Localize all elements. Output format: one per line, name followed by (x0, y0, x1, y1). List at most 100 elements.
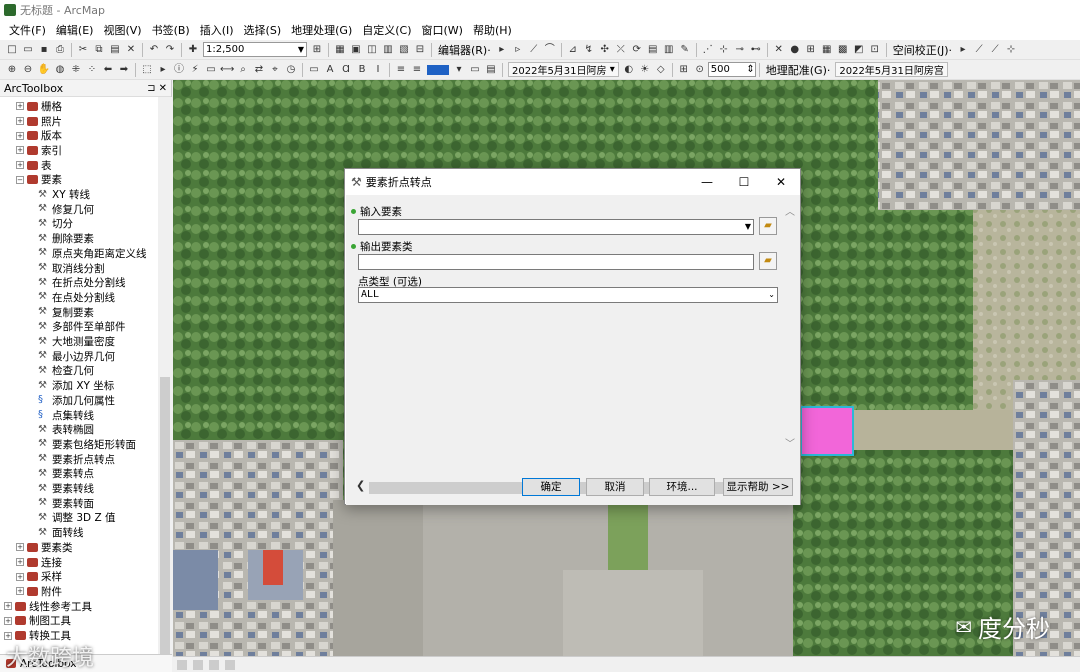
arctoolbox-icon[interactable]: ▥ (381, 43, 395, 57)
paste-icon[interactable]: ▤ (108, 43, 122, 57)
redo-icon[interactable]: ↷ (163, 43, 177, 57)
chevron-down-icon[interactable]: ▾ (452, 63, 466, 77)
tool-node[interactable]: ⚒ 修复几何 (38, 202, 94, 217)
dialog-vertical-scrollbar[interactable]: ︿ ﹀ (782, 195, 799, 465)
close-button[interactable]: ✕ (762, 169, 800, 195)
toolbox-node[interactable]: + 表 (16, 158, 52, 173)
pause-drawing-icon[interactable] (225, 659, 235, 670)
toolbox-node[interactable]: + 要素类 (16, 540, 73, 555)
environments-button[interactable]: 环境... (649, 478, 715, 496)
output-feature-class-field[interactable] (358, 254, 754, 270)
trace-icon[interactable]: ⊸ (733, 43, 747, 57)
refresh-icon[interactable] (209, 659, 219, 670)
toolbox-node[interactable]: + 附件 (16, 584, 62, 599)
zoom-value-spinner[interactable]: 500 ⇕ (707, 62, 756, 77)
tool-node[interactable]: § 添加几何属性 (38, 393, 115, 408)
tool-node[interactable]: ⚒ 多部件至单部件 (38, 320, 126, 335)
contrast-icon[interactable]: ◐ (622, 63, 636, 77)
edit-annotation-icon[interactable]: ▹ (511, 43, 525, 57)
snap-icon[interactable]: ⊹ (717, 43, 731, 57)
expand-icon[interactable]: + (16, 558, 24, 567)
line-color-icon[interactable]: ▭ (468, 63, 482, 77)
midpoint-icon[interactable]: ⊷ (749, 43, 763, 57)
tool-node[interactable]: § 点集转线 (38, 408, 94, 423)
new-document-icon[interactable]: □ (5, 43, 19, 57)
bold-icon[interactable]: B (355, 63, 369, 77)
tool-node[interactable]: ⚒ 检查几何 (38, 364, 94, 379)
toolbox-node[interactable]: + 线性参考工具 (4, 599, 92, 614)
cut-polygons-icon[interactable]: ✣ (598, 43, 612, 57)
tool-node[interactable]: ⚒ 大地测量密度 (38, 334, 115, 349)
expand-icon[interactable]: + (16, 587, 24, 596)
expand-icon[interactable]: + (16, 102, 24, 111)
show-help-button[interactable]: 显示帮助 >> (723, 478, 793, 496)
georef-update-icon[interactable]: ⊡ (868, 43, 882, 57)
add-data-icon[interactable]: ✚ (186, 43, 200, 57)
menu-item[interactable]: 窗口(W) (417, 22, 468, 38)
full-extent-icon[interactable]: ◍ (53, 63, 67, 77)
tool-node[interactable]: ⚒ 在点处分割线 (38, 290, 115, 305)
find-route-icon[interactable]: ⇄ (252, 63, 266, 77)
back-icon[interactable]: ⬅ (101, 63, 115, 77)
tool-node[interactable]: ⚒ 删除要素 (38, 231, 94, 246)
menu-item[interactable]: 自定义(C) (357, 22, 416, 38)
sketch-properties-icon[interactable]: ▥ (662, 43, 676, 57)
collapse-icon[interactable]: − (16, 175, 24, 184)
browse-output-button[interactable]: ▰ (759, 252, 777, 270)
delete-icon[interactable]: ✕ (124, 43, 138, 57)
editor-toolbar-icon[interactable]: ⊞ (310, 43, 324, 57)
align-center-icon[interactable]: ≡ (410, 63, 424, 77)
edit-tool-icon[interactable]: ▸ (495, 43, 509, 57)
expand-icon[interactable]: + (4, 616, 12, 625)
fixed-zoom-in-icon[interactable]: ⁜ (69, 63, 83, 77)
font-color-icon[interactable]: ▤ (484, 63, 498, 77)
zoom-scale-icon[interactable]: ⊙ (693, 63, 707, 77)
copy-icon[interactable]: ⧉ (92, 43, 106, 57)
toolbox-node[interactable]: + 采样 (16, 569, 62, 584)
go-to-xy-icon[interactable]: ⌖ (268, 63, 282, 77)
tool-node[interactable]: ⚒ 最小边界几何 (38, 349, 115, 364)
multiple-link-icon[interactable]: ⊹ (1004, 43, 1018, 57)
new-displacement-link-icon[interactable]: ⟋ (972, 43, 986, 57)
table-of-contents-icon[interactable]: ▦ (333, 43, 347, 57)
globe-icon[interactable]: ● (788, 43, 802, 57)
tool-node[interactable]: ⚒ XY 转线 (38, 187, 90, 202)
undo-icon[interactable]: ↶ (147, 43, 161, 57)
maximize-button[interactable]: ☐ (725, 169, 763, 195)
save-icon[interactable]: ▪ (37, 43, 51, 57)
scroll-down-icon[interactable]: ﹀ (785, 435, 795, 450)
zoom-out-icon[interactable]: ⊖ (21, 63, 35, 77)
fixed-zoom-out-icon[interactable]: ⁘ (85, 63, 99, 77)
find-icon[interactable]: ⌕ (236, 63, 250, 77)
menu-item[interactable]: 选择(S) (239, 22, 287, 38)
print-icon[interactable]: ⎙ (53, 43, 67, 57)
georef-rotate-icon[interactable]: ◩ (852, 43, 866, 57)
georef-link-icon[interactable]: ⊞ (804, 43, 818, 57)
select-elements-icon[interactable]: ▸ (956, 43, 970, 57)
expand-icon[interactable]: + (4, 602, 12, 611)
font-icon[interactable]: Ɑ (339, 63, 353, 77)
expand-icon[interactable]: + (4, 631, 12, 640)
tool-node[interactable]: ⚒ 原点夹角距离定义线 (38, 246, 147, 261)
georeferencing-layer-select[interactable]: 2022年5月31日阿房宫 (835, 62, 948, 77)
georeferencing-menu[interactable]: 地理配准(G)· (766, 62, 831, 78)
end-point-arc-icon[interactable]: ⌒ (543, 43, 557, 57)
toolbox-node[interactable]: + 制图工具 (4, 614, 71, 629)
toolbox-node[interactable]: + 版本 (16, 128, 62, 143)
data-view-icon[interactable] (193, 659, 203, 670)
fill-color-swatch[interactable] (427, 64, 449, 75)
tool-node[interactable]: ⚒ 要素转点 (38, 467, 94, 482)
menu-item[interactable]: 插入(I) (195, 22, 239, 38)
highlighted-polygon[interactable] (800, 406, 854, 456)
html-popup-icon[interactable]: ▭ (204, 63, 218, 77)
select-elements-icon[interactable]: ▸ (156, 63, 170, 77)
tool-node[interactable]: ⚒ 表转椭圆 (38, 422, 94, 437)
italic-icon[interactable]: I (371, 63, 385, 77)
expand-icon[interactable]: + (16, 161, 24, 170)
topology-icon[interactable]: ⋰ (701, 43, 715, 57)
python-window-icon[interactable]: ▧ (397, 43, 411, 57)
align-left-icon[interactable]: ≡ (394, 63, 408, 77)
tool-node[interactable]: ⚒ 要素转面 (38, 496, 94, 511)
toolbox-node[interactable]: + 索引 (16, 143, 62, 158)
tool-node[interactable]: ⚒ 切分 (38, 217, 73, 232)
